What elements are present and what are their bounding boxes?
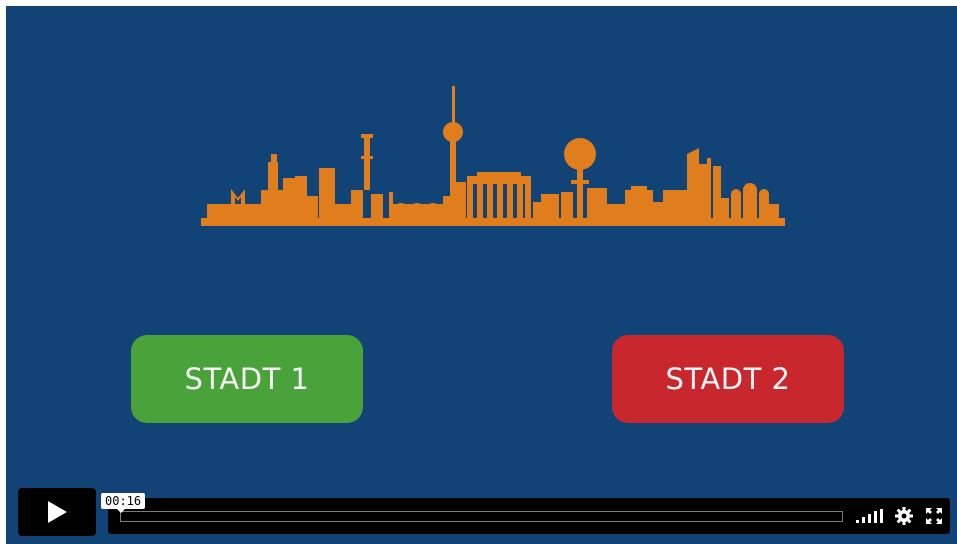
- choice-button-city-2[interactable]: STADT 2: [612, 335, 844, 423]
- volume-button[interactable]: [856, 507, 884, 525]
- video-frame[interactable]: STADT 1 STADT 2 00:16: [6, 6, 957, 544]
- city-skyline-graphic: [201, 86, 785, 226]
- play-icon: [48, 501, 67, 523]
- volume-bars-icon: [856, 509, 883, 523]
- current-time-tooltip: 00:16: [101, 493, 146, 513]
- choice-button-label: STADT 2: [665, 362, 791, 396]
- fullscreen-button[interactable]: [926, 507, 942, 525]
- settings-gear-icon: [895, 507, 913, 525]
- play-button[interactable]: [18, 488, 96, 536]
- progress-bar[interactable]: [120, 511, 843, 522]
- choice-button-city-1[interactable]: STADT 1: [131, 335, 363, 423]
- player-control-bar: [108, 498, 950, 534]
- fullscreen-icon: [926, 508, 942, 524]
- choice-button-label: STADT 1: [184, 362, 310, 396]
- settings-button[interactable]: [895, 507, 913, 525]
